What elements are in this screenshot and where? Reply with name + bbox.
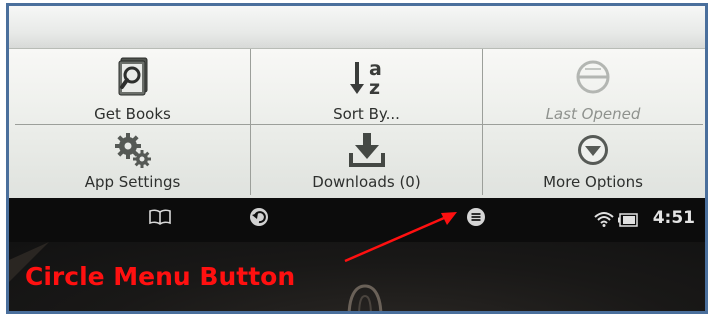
- battery-icon: [618, 212, 638, 231]
- menu-icon: [466, 207, 486, 231]
- menu-item-get-books[interactable]: Get Books: [15, 49, 251, 125]
- status-bar: 4:51: [9, 198, 705, 242]
- book-search-icon: [111, 55, 155, 99]
- top-strip: [9, 6, 705, 50]
- book-icon: [149, 209, 171, 229]
- screenshot-frame: Get Books a z Sort By... Last Opened App…: [6, 3, 708, 314]
- annotation-label: Circle Menu Button: [25, 262, 296, 291]
- options-menu-panel: Get Books a z Sort By... Last Opened App…: [9, 48, 705, 199]
- clock-time: 4:51: [652, 208, 695, 228]
- menu-item-label: Sort By...: [333, 105, 400, 123]
- circle-menu-button[interactable]: [464, 207, 488, 231]
- menu-item-label: Get Books: [94, 105, 171, 123]
- menu-item-downloads[interactable]: Downloads (0): [251, 125, 483, 195]
- svg-text:z: z: [369, 77, 380, 98]
- options-menu-grid: Get Books a z Sort By... Last Opened App…: [15, 49, 703, 195]
- menu-item-more-options[interactable]: More Options: [483, 125, 703, 195]
- back-button[interactable]: [247, 207, 271, 231]
- wifi-icon: [594, 211, 614, 231]
- chevron-circle-icon: [573, 131, 613, 169]
- sort-az-icon: a z: [345, 55, 389, 99]
- menu-item-last-opened[interactable]: Last Opened: [483, 49, 703, 125]
- last-opened-icon: [571, 55, 615, 99]
- menu-item-sort-by[interactable]: a z Sort By...: [251, 49, 483, 125]
- menu-item-label: More Options: [543, 173, 643, 191]
- menu-item-label: App Settings: [84, 173, 181, 191]
- gears-icon: [113, 131, 153, 169]
- menu-item-label: Last Opened: [545, 105, 641, 123]
- menu-item-app-settings[interactable]: App Settings: [15, 125, 251, 195]
- download-icon: [347, 131, 387, 169]
- menu-item-label: Downloads (0): [312, 173, 421, 191]
- book-button[interactable]: [147, 208, 173, 230]
- back-icon: [249, 207, 269, 231]
